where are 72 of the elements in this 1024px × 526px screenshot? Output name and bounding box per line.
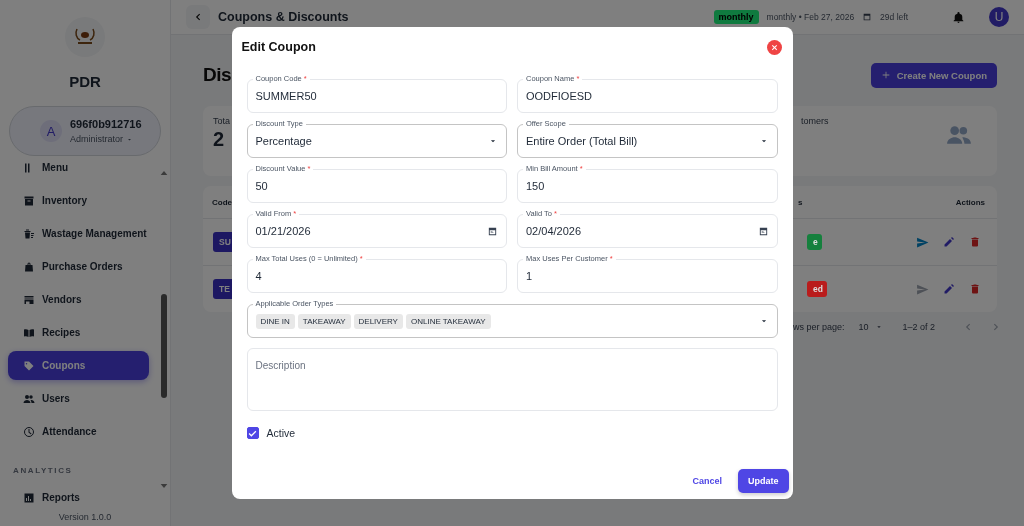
stat-label: tomers bbox=[801, 116, 829, 128]
delete-icon bbox=[969, 283, 981, 295]
brand-name: PDR bbox=[69, 73, 101, 90]
stat-label: Tota bbox=[213, 116, 230, 126]
calendar-icon bbox=[487, 225, 498, 237]
rows-per-page-label: ws per page: bbox=[793, 322, 845, 332]
send-icon bbox=[916, 282, 929, 296]
nav-item[interactable]: Attendance bbox=[8, 417, 149, 446]
plan-info: monthly • Feb 27, 2026 bbox=[766, 12, 855, 22]
page-title: Coupons & Discounts bbox=[218, 10, 350, 24]
user-profile[interactable]: A 696f0b912716 Administrator bbox=[9, 106, 161, 156]
chart-icon bbox=[23, 491, 35, 504]
nav-item[interactable]: Reports bbox=[8, 483, 149, 508]
nav-item[interactable]: Purchase Orders bbox=[8, 252, 149, 281]
trash-icon bbox=[23, 227, 35, 240]
nav-item[interactable]: Wastage Management bbox=[8, 219, 149, 248]
order-type-chip: ONLINE TAKEAWAY bbox=[405, 313, 491, 329]
active-checkbox[interactable] bbox=[246, 427, 259, 439]
restaurant-logo bbox=[65, 17, 105, 57]
box-icon bbox=[23, 194, 35, 207]
nav-item[interactable]: Inventory bbox=[8, 186, 149, 215]
plan-badge: monthly bbox=[713, 10, 759, 24]
nav-item[interactable]: Users bbox=[8, 384, 149, 413]
page-range: 1–2 of 2 bbox=[902, 322, 936, 332]
version-text: Version 1.0.0 bbox=[58, 511, 112, 524]
days-left: 29d left bbox=[880, 12, 908, 22]
update-button[interactable]: Update bbox=[738, 469, 789, 493]
close-icon bbox=[769, 42, 779, 52]
page-heading: Dis bbox=[203, 64, 232, 86]
user-role: Administrator bbox=[70, 134, 123, 144]
close-button[interactable] bbox=[766, 39, 782, 55]
rows-per-page-select[interactable]: 10 bbox=[858, 322, 869, 332]
scroll-up-icon bbox=[160, 169, 168, 177]
checkbox-label: Active bbox=[266, 427, 296, 439]
delete-icon bbox=[969, 236, 981, 248]
chevron-left-icon bbox=[193, 12, 203, 22]
order-type-chip: TAKEAWAY bbox=[297, 313, 351, 329]
book-icon bbox=[23, 326, 35, 339]
section-heading: ANALYTICS bbox=[13, 466, 74, 475]
column-header: s bbox=[798, 197, 803, 207]
clock-icon bbox=[23, 425, 35, 438]
description-field[interactable]: Description bbox=[246, 348, 778, 411]
calendar-icon bbox=[862, 12, 873, 22]
nav-item[interactable]: Coupons bbox=[8, 351, 149, 380]
tag-icon bbox=[23, 359, 35, 372]
bell-icon bbox=[952, 10, 965, 24]
user-avatar[interactable]: U bbox=[989, 7, 1009, 27]
status-chip: ed bbox=[807, 281, 827, 297]
column-header: Actions bbox=[955, 197, 985, 207]
scrollbar-thumb[interactable] bbox=[161, 294, 167, 398]
send-icon bbox=[916, 235, 929, 249]
edit-icon bbox=[943, 236, 955, 248]
user-name: 696f0b912716 bbox=[70, 118, 142, 130]
user-avatar: A bbox=[40, 120, 62, 142]
order-type-chip: DELIVERY bbox=[353, 313, 403, 329]
cancel-button[interactable]: Cancel bbox=[689, 472, 725, 490]
calendar-icon bbox=[757, 225, 769, 237]
scroll-down-icon bbox=[160, 482, 168, 490]
column-header: Code bbox=[212, 197, 232, 207]
status-chip: e bbox=[807, 234, 822, 250]
create-coupon-button[interactable]: Create New Coupon bbox=[870, 62, 997, 88]
store-icon bbox=[23, 293, 35, 306]
people-icon bbox=[23, 392, 35, 405]
nav-item[interactable]: Recipes bbox=[8, 318, 149, 347]
nav-item[interactable]: Menu bbox=[8, 159, 149, 182]
order-type-chip: DINE IN bbox=[255, 313, 295, 329]
back-button[interactable] bbox=[186, 5, 210, 29]
dialog-title: Edit Coupon bbox=[241, 40, 316, 54]
edit-icon bbox=[943, 283, 955, 295]
bag-icon bbox=[23, 260, 35, 273]
nav-item[interactable]: Vendors bbox=[8, 285, 149, 314]
stat-value: 2 bbox=[213, 128, 225, 151]
